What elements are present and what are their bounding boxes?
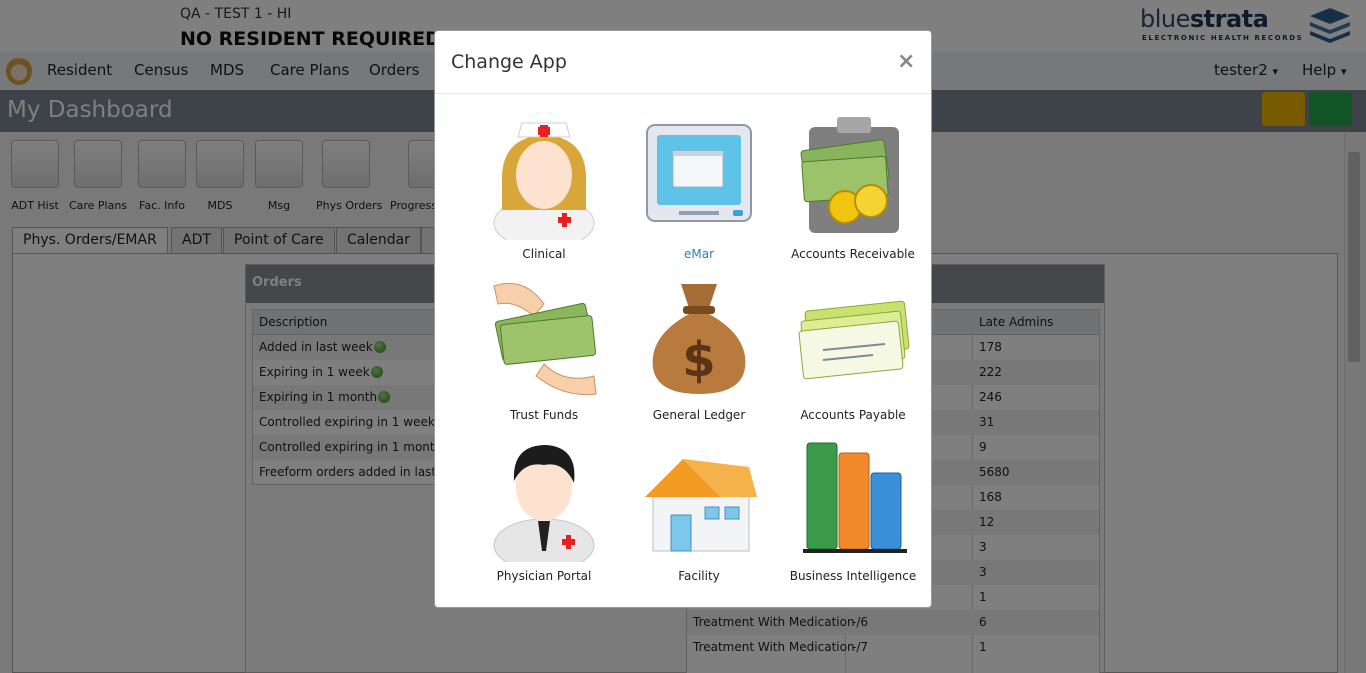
doctor-icon: [493, 445, 595, 562]
close-icon[interactable]: ×: [897, 49, 915, 74]
app-label: General Ledger: [652, 408, 746, 422]
nurse-icon: [493, 122, 595, 240]
house-icon: [645, 459, 757, 552]
app-business-intelligence[interactable]: Business Intelligence: [778, 437, 928, 592]
app-label: Business Intelligence: [789, 569, 917, 583]
monitor-icon: [646, 124, 752, 222]
app-general-ledger[interactable]: $ General Ledger: [624, 276, 774, 431]
app-trust-funds[interactable]: Trust Funds: [469, 276, 619, 431]
app-accounts-receivable[interactable]: Accounts Receivable: [778, 115, 928, 270]
app-accounts-payable[interactable]: Accounts Payable: [778, 276, 928, 431]
checks-icon: [798, 300, 910, 380]
app-clinical[interactable]: Clinical: [469, 115, 619, 270]
app-label: Physician Portal: [496, 569, 592, 583]
app-label: eMar: [683, 247, 715, 261]
app-label: Facility: [678, 569, 720, 583]
money-bag-icon: $: [652, 284, 746, 394]
app-emar[interactable]: eMar: [624, 115, 774, 270]
app-facility[interactable]: Facility: [624, 437, 774, 592]
clipboard-money-icon: [800, 117, 899, 233]
app-label: Trust Funds: [509, 408, 579, 422]
app-label: Accounts Receivable: [791, 247, 915, 261]
modal-header: Change App ×: [435, 31, 931, 94]
app-physician-portal[interactable]: Physician Portal: [469, 437, 619, 592]
hand-money-icon: [493, 282, 597, 396]
app-label: Clinical: [522, 247, 566, 261]
change-app-dialog: Change App × Clinical eMar Accounts Rece…: [434, 30, 932, 608]
bar-chart-icon: [803, 442, 907, 553]
app-label: Accounts Payable: [800, 408, 906, 422]
svg-text:$: $: [682, 332, 715, 388]
modal-title: Change App: [451, 51, 567, 73]
